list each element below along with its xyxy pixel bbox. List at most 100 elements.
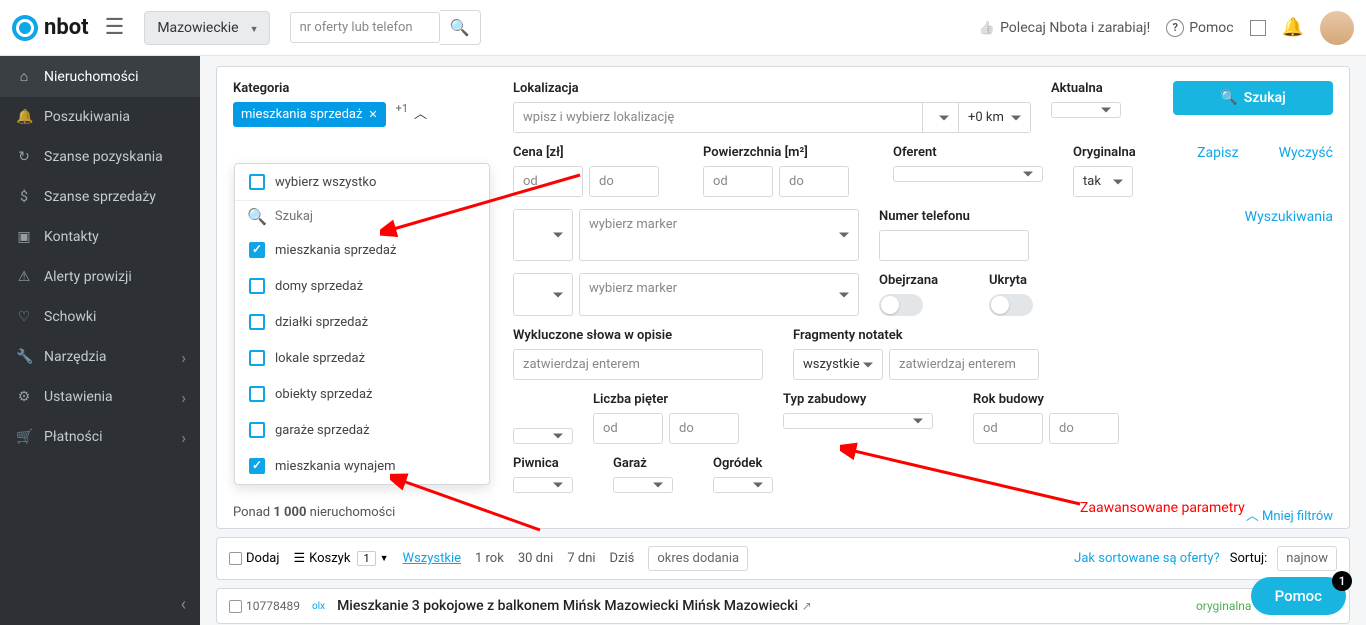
basket-button[interactable]: ☰ Koszyk 1 ▼ bbox=[293, 551, 388, 566]
help-chat-button[interactable]: Pomoc 1 bbox=[1251, 577, 1346, 615]
sidebar-item-payments[interactable]: 🛒 Płatności bbox=[0, 417, 200, 457]
sidebar-item-alerts[interactable]: ⚠ Alerty prowizji bbox=[0, 257, 200, 297]
external-link-icon[interactable]: ↗ bbox=[802, 599, 812, 613]
help-label: Pomoc bbox=[1189, 20, 1233, 36]
price-from-input[interactable] bbox=[513, 166, 583, 197]
category-option[interactable]: obiekty sprzedaż bbox=[235, 376, 489, 412]
checkbox-icon[interactable] bbox=[229, 600, 242, 613]
sidebar-collapse[interactable]: ‹ bbox=[181, 594, 186, 615]
clear-search-button[interactable]: Wyczyść bbox=[1279, 145, 1333, 161]
marker-select[interactable]: wybierz marker bbox=[579, 209, 859, 261]
category-option[interactable]: mieszkania sprzedaż bbox=[235, 232, 489, 268]
notes-scope-select[interactable]: wszystkie bbox=[793, 349, 883, 380]
filter-all[interactable]: Wszystkie bbox=[403, 551, 461, 566]
logo[interactable]: nbot bbox=[12, 15, 89, 41]
location-input-group: +0 km bbox=[513, 102, 1031, 133]
basement-select[interactable] bbox=[513, 477, 573, 493]
save-search-button[interactable]: Zapisz bbox=[1197, 145, 1238, 161]
sidebar-item-clipboards[interactable]: ♡ Schowki bbox=[0, 297, 200, 337]
current-select[interactable] bbox=[1051, 102, 1121, 118]
searches-button[interactable]: Wyszukiwania bbox=[1245, 209, 1333, 225]
category-dropdown: wybierz wszystko 🔍 mieszkania sprzedaż d… bbox=[234, 163, 490, 485]
listing-row[interactable]: 10778489 olx Mieszkanie 3 pokojowe z bal… bbox=[216, 588, 1350, 624]
location-input[interactable] bbox=[513, 102, 923, 133]
region-select[interactable]: Mazowieckie bbox=[144, 11, 269, 45]
sidebar-item-contacts[interactable]: ▣ Kontakty bbox=[0, 217, 200, 257]
category-search-input[interactable] bbox=[275, 209, 477, 224]
basket-label: Koszyk bbox=[309, 551, 350, 566]
distance-select[interactable]: +0 km bbox=[959, 102, 1031, 133]
category-option[interactable]: mieszkania wynajem bbox=[235, 448, 489, 484]
contacts-icon: ▣ bbox=[16, 229, 32, 245]
sidebar-item-properties[interactable]: ⌂ Nieruchomości bbox=[0, 56, 200, 97]
category-option-label: mieszkania sprzedaż bbox=[275, 243, 396, 258]
period-input[interactable]: okres dodania bbox=[648, 546, 748, 571]
building-type-select[interactable] bbox=[783, 413, 933, 429]
sidebar-item-settings[interactable]: ⚙ Ustawienia bbox=[0, 377, 200, 417]
results-count: Ponad 1 000 nieruchomości ︿ Mniej filtró… bbox=[233, 505, 1333, 520]
notes-input[interactable] bbox=[889, 349, 1039, 380]
offer-search-button[interactable]: 🔍 bbox=[440, 10, 481, 45]
basket-count: 1 bbox=[357, 551, 375, 566]
floors-type-select[interactable] bbox=[513, 428, 573, 444]
avatar[interactable] bbox=[1320, 11, 1354, 45]
category-option-label: lokale sprzedaż bbox=[275, 351, 365, 366]
bell-icon[interactable]: 🔔 bbox=[1282, 17, 1304, 38]
menu-toggle-icon[interactable]: ☰ bbox=[105, 15, 125, 40]
less-filters-link[interactable]: ︿ Mniej filtrów bbox=[1246, 505, 1333, 524]
category-option[interactable]: garaże sprzedaż bbox=[235, 412, 489, 448]
category-search-row: 🔍 bbox=[235, 201, 489, 232]
offer-search-input[interactable] bbox=[290, 12, 440, 43]
category-select-all[interactable]: wybierz wszystko bbox=[235, 164, 489, 201]
category-option[interactable]: domy sprzedaż bbox=[235, 268, 489, 304]
listing-id-block: 10778489 bbox=[229, 599, 300, 613]
category-option[interactable]: działki sprzedaż bbox=[235, 304, 489, 340]
excluded-words-input[interactable] bbox=[513, 349, 763, 380]
search-button-label: Szukaj bbox=[1244, 90, 1286, 106]
close-icon[interactable]: ✕ bbox=[368, 108, 377, 121]
category-tag[interactable]: mieszkania sprzedaż ✕ bbox=[233, 102, 386, 127]
price-to-input[interactable] bbox=[589, 166, 659, 197]
year-from-input[interactable] bbox=[973, 413, 1043, 444]
sidebar-item-sales[interactable]: $ Szanse sprzedaży bbox=[0, 177, 200, 217]
category-option[interactable]: lokale sprzedaż bbox=[235, 340, 489, 376]
garage-select[interactable] bbox=[613, 477, 673, 493]
help-link[interactable]: Pomoc bbox=[1166, 19, 1233, 37]
checkbox-icon bbox=[249, 278, 265, 294]
checkbox-icon bbox=[249, 422, 265, 438]
search-button[interactable]: 🔍 Szukaj bbox=[1173, 81, 1333, 115]
listing-title[interactable]: Mieszkanie 3 pokojowe z balkonem Mińsk M… bbox=[337, 598, 1184, 614]
add-checkbox[interactable]: Dodaj bbox=[229, 551, 279, 566]
marker-type-select[interactable] bbox=[513, 209, 573, 261]
recommend-link[interactable]: Polecaj Nbota i zarabiaj! bbox=[979, 20, 1150, 36]
filter-7days[interactable]: 7 dni bbox=[567, 551, 595, 566]
marker2-type-select[interactable] bbox=[513, 273, 573, 316]
marker2-select[interactable]: wybierz marker bbox=[579, 273, 859, 316]
sort-help-link[interactable]: Jak sortowane są oferty? bbox=[1074, 551, 1220, 566]
floors-to-input[interactable] bbox=[669, 413, 739, 444]
calendar-icon[interactable] bbox=[1250, 20, 1266, 36]
original-select[interactable]: tak bbox=[1073, 166, 1133, 197]
hidden-toggle[interactable] bbox=[989, 294, 1033, 316]
sort-select[interactable]: najnow bbox=[1277, 546, 1337, 571]
filter-today[interactable]: Dziś bbox=[610, 551, 635, 566]
filter-30days[interactable]: 30 dni bbox=[518, 551, 554, 566]
year-to-input[interactable] bbox=[1049, 413, 1119, 444]
filter-1year[interactable]: 1 rok bbox=[475, 551, 504, 566]
area-to-input[interactable] bbox=[779, 166, 849, 197]
sidebar-item-acquisition[interactable]: ↻ Szanse pozyskania bbox=[0, 137, 200, 177]
phone-input[interactable] bbox=[879, 230, 1029, 261]
chevron-down-icon: ▼ bbox=[380, 553, 389, 564]
area-from-input[interactable] bbox=[703, 166, 773, 197]
viewed-toggle[interactable] bbox=[879, 294, 923, 316]
floors-from-input[interactable] bbox=[593, 413, 663, 444]
category-option-label: działki sprzedaż bbox=[275, 315, 368, 330]
sidebar-item-tools[interactable]: 🔧 Narzędzia bbox=[0, 337, 200, 377]
sidebar-item-searches[interactable]: 🔔 Poszukiwania bbox=[0, 97, 200, 137]
checkbox-icon bbox=[249, 386, 265, 402]
location-dropdown[interactable] bbox=[923, 102, 959, 133]
chevron-up-icon[interactable]: ︿ bbox=[414, 107, 427, 122]
garden-select[interactable] bbox=[713, 477, 773, 493]
offerer-select[interactable] bbox=[893, 166, 1043, 182]
sidebar-item-label: Szanse sprzedaży bbox=[44, 189, 156, 205]
